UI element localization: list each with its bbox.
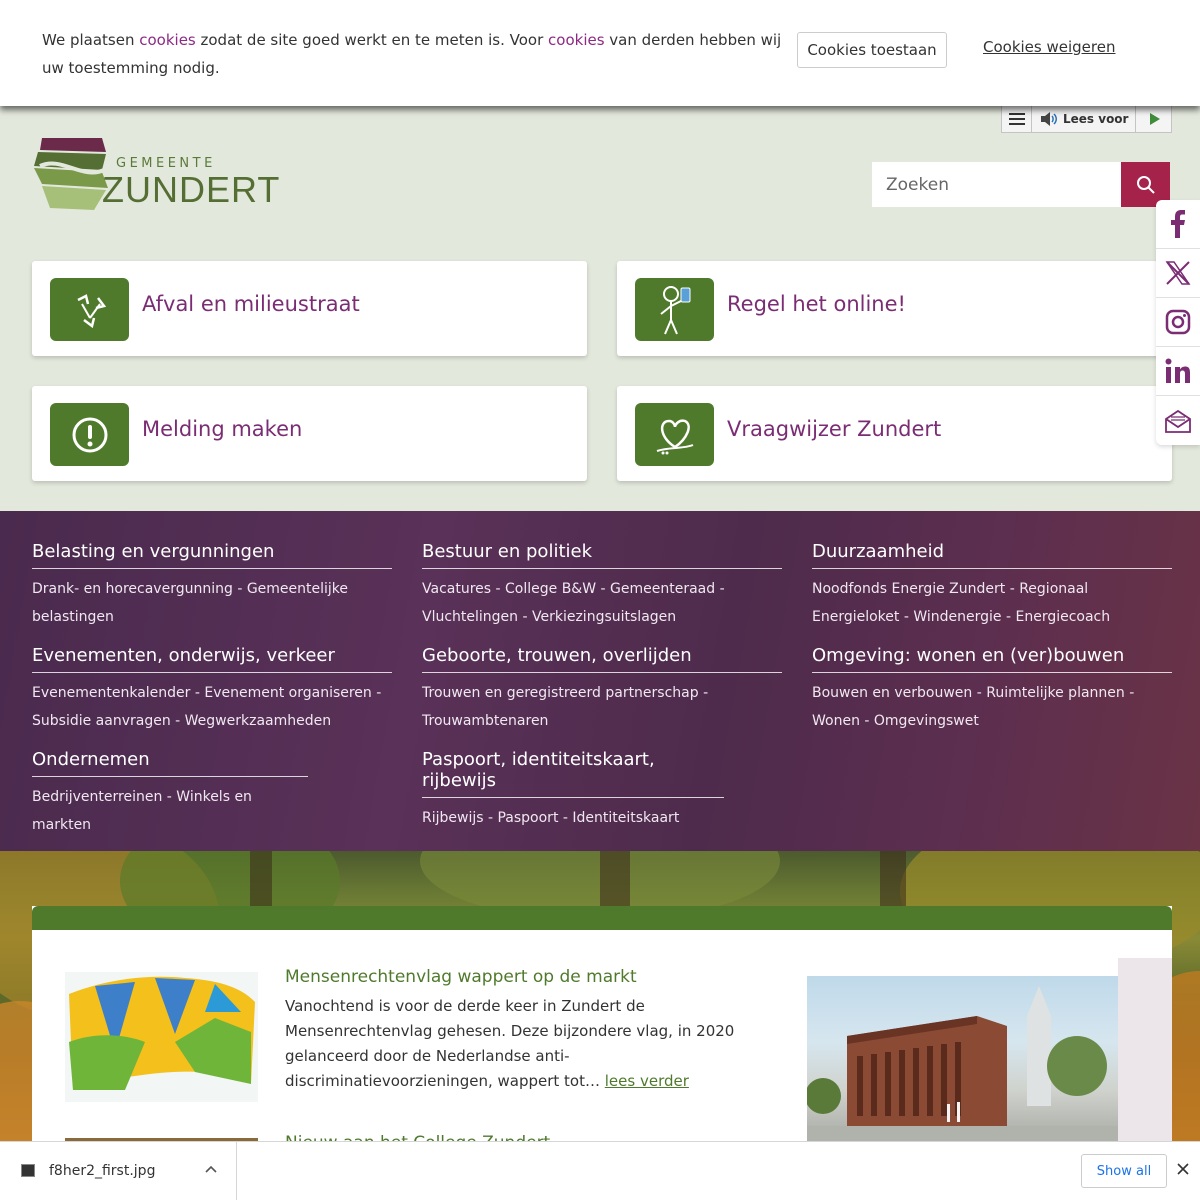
cookie-text-1: We plaatsen [42,31,140,49]
nav-group-belasting: Belasting en vergunningen Drank- en hore… [32,541,392,631]
news-item-title[interactable]: Mensenrechtenvlag wappert op de markt [285,967,637,987]
nav-group-links[interactable]: Drank- en horecavergunning - Gemeentelij… [32,575,392,631]
cookie-text-2: zodat de site goed werkt en te meten is.… [195,31,549,49]
nav-group-title[interactable]: Geboorte, trouwen, overlijden [422,645,782,673]
search-input[interactable] [872,162,1121,207]
tile-label: Melding maken [142,417,303,441]
readspeaker-label: Lees voor [1063,112,1129,126]
nav-group-title[interactable]: Bestuur en politiek [422,541,782,569]
nav-group-geboorte: Geboorte, trouwen, overlijden Trouwen en… [422,645,782,735]
x-link[interactable] [1156,249,1200,298]
heart-icon [635,403,714,466]
readspeaker-bar: Lees voor [1001,106,1172,133]
newsletter-link[interactable] [1156,396,1200,445]
instagram-icon [1165,309,1191,335]
nav-group-duurzaamheid: Duurzaamheid Noodfonds Energie Zundert -… [812,541,1172,631]
nav-group-omgeving: Omgeving: wonen en (ver)bouwen Bouwen en… [812,645,1172,735]
chevron-up-icon[interactable] [205,1162,217,1176]
nav-group-links[interactable]: Noodfonds Energie Zundert - Regionaal En… [812,575,1172,631]
search-icon [1136,175,1155,194]
news-item-summary: Vanochtend is voor de derde keer in Zund… [285,994,735,1094]
nav-group-links[interactable]: Trouwen en geregistreerd partnerschap - … [422,679,782,735]
person-phone-icon [635,278,714,341]
feature-image-building[interactable] [807,976,1118,1141]
download-filename: f8her2_first.jpg [49,1163,156,1179]
nav-group-links[interactable]: Bouwen en verbouwen - Ruimtelijke planne… [812,679,1172,735]
cookies-refuse-link[interactable]: Cookies weigeren [983,38,1115,56]
nav-group-title[interactable]: Ondernemen [32,749,308,777]
tile-label: Regel het online! [727,292,906,316]
download-bar: f8her2_first.jpg Show all [0,1141,1200,1200]
nav-group-ondernemen: Ondernemen Bedrijventerreinen - Winkels … [32,749,308,839]
facebook-icon [1171,210,1185,238]
tile-melding[interactable]: Melding maken [32,386,587,481]
play-icon [1149,113,1160,125]
linkedin-link[interactable] [1156,347,1200,396]
logo-mark-icon [34,138,108,210]
nav-group-title[interactable]: Paspoort, identiteitskaart, rijbewijs [422,749,724,798]
menu-icon [1008,113,1025,125]
news-panel-header [32,906,1172,930]
tile-label: Vraagwijzer Zundert [727,417,942,441]
show-all-downloads-button[interactable]: Show all [1081,1154,1167,1188]
linkedin-icon [1165,358,1190,383]
topic-navigation: Belasting en vergunningen Drank- en hore… [0,511,1200,851]
tile-regel-online[interactable]: Regel het online! [617,261,1172,356]
cookies-allow-button[interactable]: Cookies toestaan [797,32,947,68]
read-more-link[interactable]: lees verder [605,1072,689,1090]
nav-group-links[interactable]: Rijbewijs - Paspoort - Identiteitskaart [422,804,724,832]
nav-group-links[interactable]: Bedrijventerreinen - Winkels en markten [32,783,308,839]
tile-afval[interactable]: Afval en milieustraat [32,261,587,356]
nav-group-links[interactable]: Evenementenkalender - Evenement organise… [32,679,392,735]
alert-icon [50,403,129,466]
feature-side-panel [1118,958,1172,1141]
readspeaker-read-button[interactable]: Lees voor [1032,112,1135,126]
facebook-link[interactable] [1156,200,1200,249]
cookie-message: We plaatsen cookies zodat de site goed w… [42,26,802,82]
social-sidebar [1156,200,1200,445]
cookies-link-2[interactable]: cookies [548,31,605,49]
image-file-icon [21,1164,35,1177]
nav-group-paspoort: Paspoort, identiteitskaart, rijbewijs Ri… [422,749,724,832]
search-form [872,162,1170,207]
site-logo[interactable]: GEMEENTE ZUNDERT [32,136,282,214]
newsletter-icon [1165,409,1191,433]
download-item[interactable]: f8her2_first.jpg [0,1142,237,1200]
news-image-flag[interactable] [65,972,258,1102]
logo-zundert-text: ZUNDERT [102,169,281,210]
cookie-banner: We plaatsen cookies zodat de site goed w… [0,0,1200,106]
readspeaker-play-button[interactable] [1135,106,1171,132]
nav-group-title[interactable]: Duurzaamheid [812,541,1172,569]
nav-group-title[interactable]: Belasting en vergunningen [32,541,392,569]
tile-vraagwijzer[interactable]: Vraagwijzer Zundert [617,386,1172,481]
nav-group-bestuur: Bestuur en politiek Vacatures - College … [422,541,782,631]
tile-label: Afval en milieustraat [142,292,360,316]
x-icon [1165,261,1191,285]
instagram-link[interactable] [1156,298,1200,347]
nav-group-evenementen: Evenementen, onderwijs, verkeer Evenemen… [32,645,392,735]
site-header: Lees voor GEMEENTE ZUNDERT Afval en mili… [0,106,1200,511]
readspeaker-menu-button[interactable] [1002,106,1032,132]
nav-group-title[interactable]: Omgeving: wonen en (ver)bouwen [812,645,1172,673]
cookies-link-1[interactable]: cookies [139,31,196,49]
speaker-icon [1041,112,1057,126]
nav-group-title[interactable]: Evenementen, onderwijs, verkeer [32,645,392,673]
recycle-icon [50,278,129,341]
nav-group-links[interactable]: Vacatures - College B&W - Gemeenteraad -… [422,575,782,631]
close-icon[interactable] [1177,1160,1189,1179]
